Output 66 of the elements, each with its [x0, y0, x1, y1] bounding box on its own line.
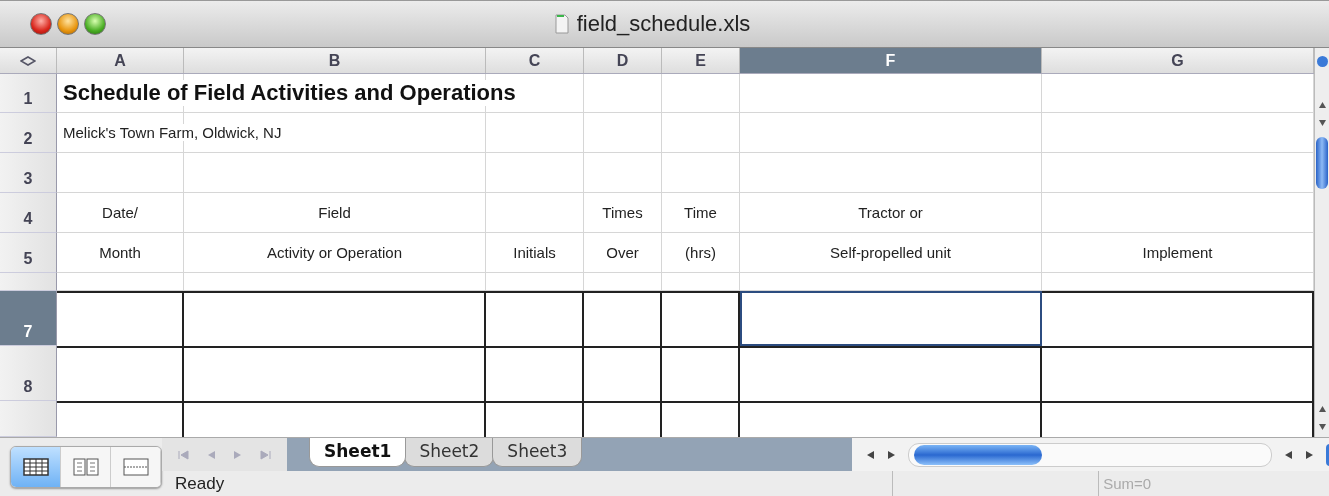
minimize-button[interactable]: [57, 13, 79, 35]
table-cell[interactable]: [57, 346, 184, 401]
table-cell[interactable]: Month: [57, 233, 184, 273]
select-all-icon[interactable]: [20, 55, 36, 66]
column-header[interactable]: A: [57, 48, 184, 73]
scroll-thumb[interactable]: [1316, 137, 1328, 189]
two-pages-icon: [72, 458, 99, 476]
left-arrow-icon[interactable]: [1284, 449, 1293, 460]
left-arrow-icon[interactable]: [866, 449, 875, 460]
sheet-tab[interactable]: Sheet1: [309, 438, 407, 467]
grid-icon: [22, 458, 49, 476]
normal-view-button[interactable]: [11, 447, 61, 487]
right-arrow-icon[interactable]: [887, 449, 896, 460]
down-arrow-icon[interactable]: [1317, 119, 1327, 127]
table-cell[interactable]: Field: [184, 193, 486, 233]
sheet-tab[interactable]: Sheet3: [492, 438, 583, 467]
table-cell[interactable]: [584, 346, 662, 401]
column-header[interactable]: C: [486, 48, 584, 73]
row-header[interactable]: 4: [0, 193, 57, 233]
row-header[interactable]: 3: [0, 153, 57, 193]
table-cell[interactable]: [486, 346, 584, 401]
table-cell[interactable]: [486, 291, 584, 346]
row-header[interactable]: 8: [0, 346, 57, 401]
page-view-button[interactable]: [111, 447, 161, 487]
window-title: field_schedule.xls: [576, 11, 751, 37]
vertical-scrollbar[interactable]: [1314, 48, 1329, 437]
scroll-thumb[interactable]: [914, 444, 1042, 465]
table-cell[interactable]: Schedule of Field Activities and Operations: [57, 74, 1314, 113]
table-cell[interactable]: [662, 291, 740, 346]
sheet-tab[interactable]: Sheet2: [404, 438, 495, 467]
table-cell[interactable]: [184, 346, 486, 401]
table-cell[interactable]: Times: [584, 193, 662, 233]
row-header[interactable]: 1: [0, 74, 57, 113]
right-arrow-icon[interactable]: [1305, 449, 1314, 460]
table-cell[interactable]: [740, 346, 1042, 401]
table-cell[interactable]: Self-propelled unit: [740, 233, 1042, 273]
column-header[interactable]: B: [184, 48, 486, 73]
column-header[interactable]: F: [740, 48, 1042, 73]
table-cell[interactable]: [184, 291, 486, 346]
table-cell[interactable]: (hrs): [662, 233, 740, 273]
row-header[interactable]: 7: [0, 291, 57, 346]
table-cell[interactable]: Tractor or: [740, 193, 1042, 233]
page-break-icon: [122, 458, 149, 476]
table-cell[interactable]: [740, 291, 1042, 346]
table-cell[interactable]: Activity or Operation: [184, 233, 486, 273]
split-icon[interactable]: [1316, 56, 1328, 67]
table-cell[interactable]: [662, 346, 740, 401]
down-arrow-icon[interactable]: [1317, 423, 1327, 431]
table-cell[interactable]: Date/: [57, 193, 184, 233]
row-header[interactable]: 2: [0, 113, 57, 153]
row-header[interactable]: 5: [0, 233, 57, 273]
column-header[interactable]: D: [584, 48, 662, 73]
table-cell[interactable]: Initials: [486, 233, 584, 273]
table-cell[interactable]: Over: [584, 233, 662, 273]
table-cell[interactable]: [584, 291, 662, 346]
zoom-button[interactable]: [84, 13, 106, 35]
up-arrow-icon[interactable]: [1317, 101, 1327, 109]
sum-field: Sum=0: [1098, 471, 1152, 496]
table-cell[interactable]: Time: [662, 193, 740, 233]
document-icon: [554, 14, 569, 34]
status-text: Ready: [175, 473, 225, 494]
horizontal-scrollbar[interactable]: [908, 442, 1272, 467]
up-arrow-icon[interactable]: [1317, 405, 1327, 413]
close-button[interactable]: [30, 13, 52, 35]
table-cell[interactable]: Melick's Town Farm, Oldwick, NJ: [57, 113, 1314, 153]
table-cell[interactable]: [57, 291, 184, 346]
